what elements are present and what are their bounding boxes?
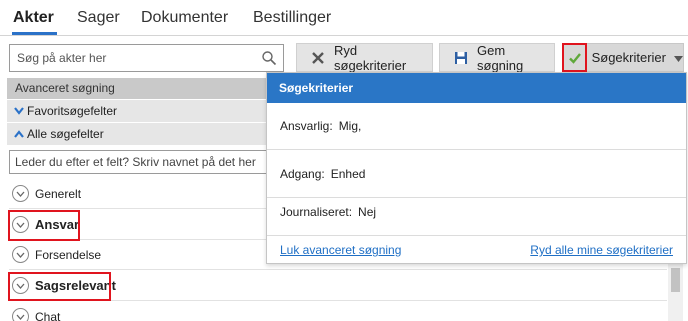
criteria-label: Journaliseret: xyxy=(280,205,353,219)
ansvar-highlight-box xyxy=(8,210,80,241)
group-chat[interactable]: Chat xyxy=(9,302,667,321)
active-tab-indicator xyxy=(12,32,57,35)
all-fields-label: Alle søgefelter xyxy=(27,127,104,141)
criteria-label: Ansvarlig: xyxy=(280,119,333,133)
clear-all-criteria-link[interactable]: Ryd alle mine søgekriterier xyxy=(530,243,673,257)
dropdown-title: Søgekriterier xyxy=(267,73,686,103)
sagsrelevant-highlight-box xyxy=(8,272,111,301)
criteria-value: Nej xyxy=(358,205,377,219)
tab-bar: Akter Sager Dokumenter Bestillinger xyxy=(0,0,688,36)
search-box xyxy=(9,44,284,72)
criteria-row-journaliseret: Journaliseret: Nej xyxy=(267,189,686,236)
close-icon xyxy=(310,50,326,66)
clear-criteria-label: Ryd søgekriterier xyxy=(334,42,407,73)
save-icon xyxy=(453,50,469,66)
check-highlight-box xyxy=(562,43,587,72)
tab-bestillinger[interactable]: Bestillinger xyxy=(253,9,331,27)
save-search-button[interactable]: Gem søgning xyxy=(439,42,555,73)
chevron-up-icon xyxy=(14,123,24,153)
favorite-fields-label: Favoritsøgefelter xyxy=(27,104,118,118)
field-search-input[interactable] xyxy=(10,151,266,173)
tab-akter[interactable]: Akter xyxy=(13,9,54,27)
clear-criteria-button[interactable]: Ryd søgekriterier xyxy=(296,42,433,73)
tab-dokumenter[interactable]: Dokumenter xyxy=(141,9,228,27)
close-advanced-search-link[interactable]: Luk avanceret søgning xyxy=(280,243,401,257)
save-search-label: Gem søgning xyxy=(477,42,524,73)
expand-icon xyxy=(12,185,29,202)
criteria-label: Adgang: xyxy=(280,167,325,181)
caret-down-icon xyxy=(674,50,683,65)
search-icon[interactable] xyxy=(261,50,277,66)
group-label: Forsendelse xyxy=(35,247,102,262)
group-label: Chat xyxy=(35,309,61,321)
criteria-button-label: Søgekriterier xyxy=(591,50,666,65)
search-input[interactable] xyxy=(10,45,250,71)
scrollbar[interactable]: ▲ xyxy=(668,258,683,321)
criteria-row-ansvarlig: Ansvarlig: Mig, xyxy=(267,103,686,150)
all-fields-toggle[interactable]: Alle søgefelter xyxy=(7,123,267,145)
group-label: Generelt xyxy=(35,186,82,201)
expand-icon xyxy=(12,246,29,263)
criteria-value: Enhed xyxy=(330,167,366,181)
favorite-fields-toggle[interactable]: Favoritsøgefelter xyxy=(7,100,267,122)
criteria-dropdown: Søgekriterier Ansvarlig: Mig, Adgang: En… xyxy=(266,72,687,264)
field-search-box xyxy=(9,150,267,174)
tab-sager[interactable]: Sager xyxy=(77,9,120,27)
advanced-search-header: Avanceret søgning xyxy=(7,78,267,99)
criteria-value: Mig, xyxy=(338,119,362,133)
expand-icon xyxy=(12,308,29,321)
scroll-thumb[interactable] xyxy=(671,268,680,292)
